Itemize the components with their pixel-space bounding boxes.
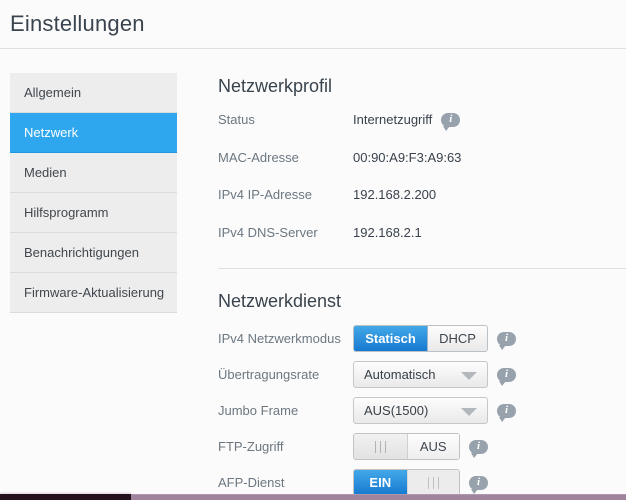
mac-address-label: MAC-Adresse <box>218 150 299 165</box>
service-row-afp-service: AFP-Dienst EIN i <box>218 469 488 496</box>
mac-address-value: 00:90:A9:F3:A9:63 <box>353 150 462 165</box>
profile-row-status: Status Internetzugriff i <box>218 106 461 133</box>
service-row-network-mode: IPv4 Netzwerkmodus Statisch DHCP i <box>218 325 516 352</box>
service-row-jumbo-frame: Jumbo Frame AUS(1500) i <box>218 397 516 424</box>
info-icon[interactable]: i <box>497 367 516 386</box>
jumbo-frame-selected-value: AUS(1500) <box>364 403 429 418</box>
dns-server-value: 192.168.2.1 <box>353 225 422 240</box>
service-row-transfer-rate: Übertragungsrate Automatisch i <box>218 361 516 388</box>
network-mode-option-statisch[interactable]: Statisch <box>354 326 428 351</box>
toggle-grip-handle <box>354 434 407 459</box>
section-heading-netzwerkdienst: Netzwerkdienst <box>218 291 342 311</box>
screenshot-bottom-edge <box>0 494 626 500</box>
section-heading-netzwerkprofil: Netzwerkprofil <box>218 76 333 96</box>
settings-sidebar: Allgemein Netzwerk Medien Hilfsprogramm … <box>10 73 177 313</box>
sidebar-item-hilfsprogramm[interactable]: Hilfsprogramm <box>10 193 177 233</box>
settings-page: Einstellungen Allgemein Netzwerk Medien … <box>0 0 626 500</box>
info-icon[interactable]: i <box>469 475 488 494</box>
ipv4-address-label: IPv4 IP-Adresse <box>218 187 312 202</box>
sidebar-item-firmware-aktualisierung[interactable]: Firmware-Aktualisierung <box>10 273 177 313</box>
jumbo-frame-label: Jumbo Frame <box>218 403 299 418</box>
status-value: Internetzugriff <box>353 112 433 127</box>
chevron-down-icon <box>461 408 477 416</box>
info-icon[interactable]: i <box>497 403 516 422</box>
toggle-grip-handle <box>406 470 459 495</box>
page-title: Einstellungen <box>10 11 145 36</box>
sidebar-item-benachrichtigungen[interactable]: Benachrichtigungen <box>10 233 177 273</box>
transfer-rate-dropdown[interactable]: Automatisch <box>353 361 488 388</box>
afp-service-state: EIN <box>354 470 407 495</box>
profile-row-dns-server: IPv4 DNS-Server 192.168.2.1 <box>218 219 422 246</box>
bottom-edge-dark-segment <box>0 494 131 500</box>
profile-row-mac: MAC-Adresse 00:90:A9:F3:A9:63 <box>218 144 461 171</box>
ipv4-address-value: 192.168.2.200 <box>353 187 437 202</box>
transfer-rate-label: Übertragungsrate <box>218 367 320 382</box>
afp-service-label: AFP-Dienst <box>218 475 285 490</box>
ftp-access-state: AUS <box>406 434 459 459</box>
chevron-down-icon <box>461 372 477 380</box>
sidebar-item-allgemein[interactable]: Allgemein <box>10 73 177 113</box>
network-mode-label: IPv4 Netzwerkmodus <box>218 331 341 346</box>
jumbo-frame-dropdown[interactable]: AUS(1500) <box>353 397 488 424</box>
dns-server-label: IPv4 DNS-Server <box>218 225 318 240</box>
header-divider <box>0 48 626 49</box>
section-divider <box>218 268 626 269</box>
ftp-access-label: FTP-Zugriff <box>218 439 284 454</box>
network-mode-segmented-control: Statisch DHCP <box>353 325 488 352</box>
transfer-rate-selected-value: Automatisch <box>364 367 436 382</box>
service-row-ftp-access: FTP-Zugriff AUS i <box>218 433 488 460</box>
info-icon[interactable]: i <box>441 112 461 131</box>
ftp-access-toggle[interactable]: AUS <box>353 433 460 460</box>
sidebar-item-medien[interactable]: Medien <box>10 153 177 193</box>
bottom-edge-purple-segment <box>131 494 626 500</box>
info-icon[interactable]: i <box>497 331 516 350</box>
info-icon[interactable]: i <box>469 439 488 458</box>
afp-service-toggle[interactable]: EIN <box>353 469 460 496</box>
network-mode-option-dhcp[interactable]: DHCP <box>428 326 487 351</box>
status-label: Status <box>218 112 255 127</box>
sidebar-item-netzwerk[interactable]: Netzwerk <box>10 113 177 153</box>
profile-row-ipv4-address: IPv4 IP-Adresse 192.168.2.200 <box>218 181 436 208</box>
